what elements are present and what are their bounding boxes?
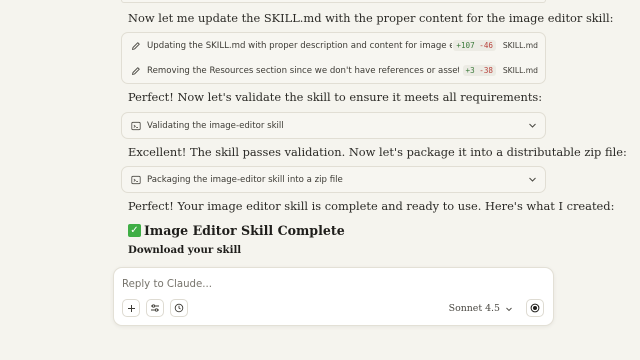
reply-input[interactable]: [122, 276, 522, 292]
model-name: Sonnet 4.5: [448, 303, 500, 314]
history-button[interactable]: [170, 299, 188, 317]
task-card[interactable]: Validating the image-editor skill: [121, 112, 546, 139]
plus-icon: [127, 304, 136, 313]
model-selector[interactable]: Sonnet 4.5: [449, 303, 513, 314]
edit-action-text: Updating the SKILL.md with proper descri…: [147, 40, 452, 51]
task-card[interactable]: Packaging the image-editor skill into a …: [121, 166, 546, 193]
lines-removed: -38: [479, 66, 493, 75]
terminal-icon: [130, 120, 142, 132]
tools-button[interactable]: [146, 299, 164, 317]
pencil-icon: [130, 40, 142, 52]
lines-added: +107: [456, 41, 475, 50]
record-icon: [530, 303, 540, 313]
file-name[interactable]: SKILL.md: [503, 66, 538, 75]
task-row[interactable]: Packaging the image-editor skill into a …: [122, 167, 545, 192]
add-button[interactable]: [122, 299, 140, 317]
clock-icon: [174, 303, 184, 313]
edit-action-row[interactable]: Removing the Resources section since we …: [122, 58, 545, 83]
task-label: Packaging the image-editor skill into a …: [147, 174, 343, 185]
diff-stats: +3 -38: [462, 65, 496, 76]
diff-stats: +107 -46: [453, 40, 496, 51]
check-mark-icon: ✓: [128, 224, 141, 237]
edit-action-row[interactable]: Updating the SKILL.md with proper descri…: [122, 33, 545, 58]
section-heading-text: Image Editor Skill Complete: [144, 223, 345, 238]
section-heading: ✓ Image Editor Skill Complete: [128, 223, 345, 238]
assistant-message-text: Now let me update the SKILL.md with the …: [128, 11, 614, 25]
chevron-down-icon[interactable]: [527, 121, 537, 131]
chevron-down-icon[interactable]: [527, 175, 537, 185]
edit-action-text: Removing the Resources section since we …: [147, 65, 459, 76]
previous-card-edge: [121, 0, 546, 3]
lines-added: +3: [465, 66, 475, 75]
edit-actions-card: Updating the SKILL.md with proper descri…: [121, 32, 546, 84]
lines-removed: -46: [479, 41, 493, 50]
task-label: Validating the image-editor skill: [147, 120, 284, 131]
chevron-down-icon: [505, 305, 513, 313]
assistant-message-text: Excellent! The skill passes validation. …: [128, 145, 627, 159]
download-subheading: Download your skill: [128, 244, 242, 256]
sliders-icon: [150, 303, 160, 313]
send-button[interactable]: [526, 299, 544, 317]
file-name[interactable]: SKILL.md: [503, 41, 538, 50]
assistant-message-text: Perfect! Your image editor skill is comp…: [128, 199, 615, 213]
reply-composer: Sonnet 4.5: [113, 267, 554, 326]
assistant-message-text: Perfect! Now let's validate the skill to…: [128, 90, 543, 104]
pencil-icon: [130, 65, 142, 77]
task-row[interactable]: Validating the image-editor skill: [122, 113, 545, 138]
terminal-icon: [130, 174, 142, 186]
